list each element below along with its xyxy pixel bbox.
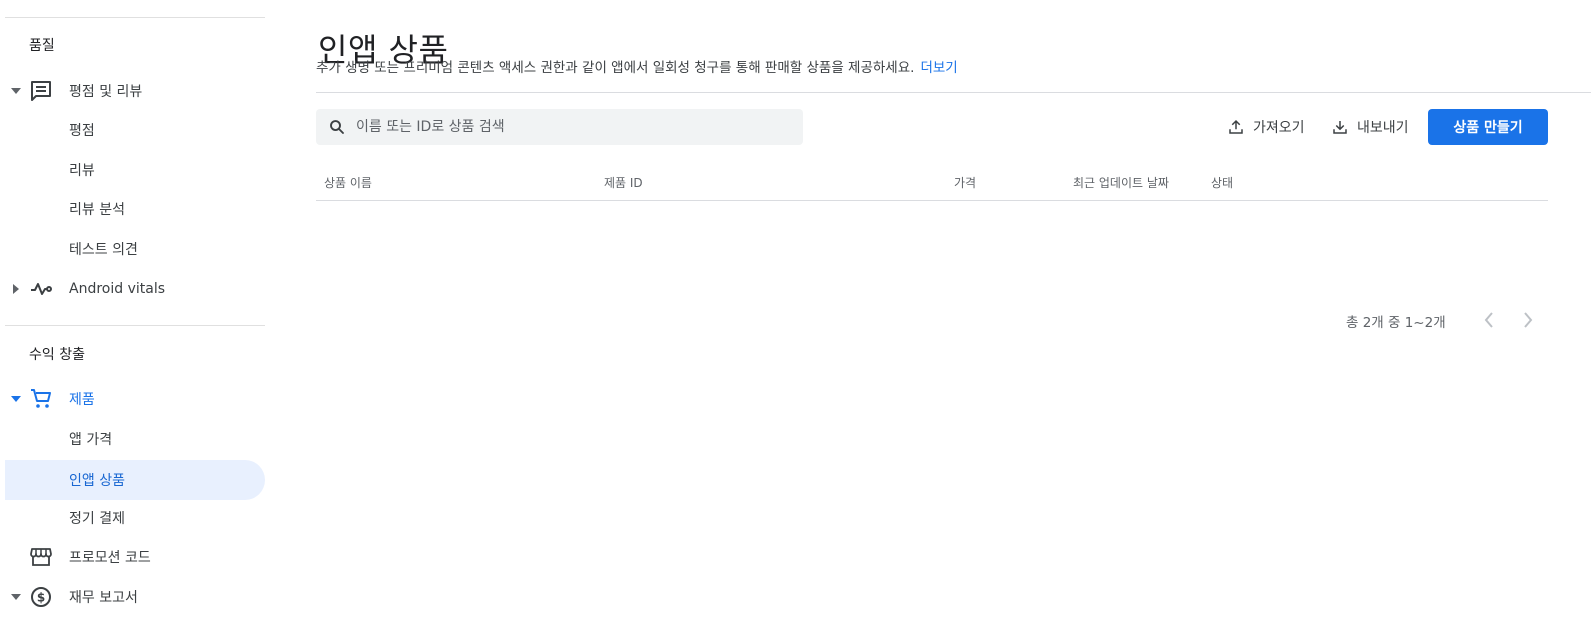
import-button[interactable]: 가져오기 <box>1227 110 1305 144</box>
column-header-status[interactable]: 상태 <box>1211 174 1233 191</box>
sidebar-item-promo-codes[interactable]: 프로모션 코드 <box>5 537 265 577</box>
search-box[interactable] <box>316 109 803 145</box>
caret-down-icon[interactable] <box>10 591 22 603</box>
download-icon <box>1333 121 1347 134</box>
column-header-product-name[interactable]: 상품 이름 <box>324 174 372 191</box>
section-title-quality: 품질 <box>29 38 55 54</box>
sidebar-item-label: 테스트 의견 <box>69 242 138 258</box>
chevron-right-icon <box>1524 312 1533 328</box>
sidebar-item-ratings[interactable]: 평점 <box>5 110 265 150</box>
column-header-last-updated[interactable]: 최근 업데이트 날짜 <box>1073 174 1169 191</box>
sidebar: 품질 평점 및 리뷰 평점 리뷰 리뷰 분석 테스트 의견 Android vi… <box>0 0 268 636</box>
search-icon <box>328 118 346 136</box>
sidebar-item-reviews[interactable]: 리뷰 <box>5 150 265 190</box>
sidebar-item-label: 평점 <box>69 123 95 139</box>
column-header-product-id[interactable]: 제품 ID <box>604 174 643 191</box>
sidebar-item-app-pricing[interactable]: 앱 가격 <box>5 419 265 459</box>
table-header: 상품 이름 제품 ID 가격 최근 업데이트 날짜 상태 <box>316 162 1548 201</box>
pagination: 총 2개 중 1~2개 <box>1346 308 1556 332</box>
sidebar-item-label: 리뷰 분석 <box>69 202 125 218</box>
upload-icon <box>1229 119 1243 134</box>
section-title-monetize: 수익 창출 <box>29 347 85 363</box>
sidebar-item-label: 재무 보고서 <box>69 590 138 606</box>
sidebar-item-label: 정기 결제 <box>69 511 125 527</box>
sidebar-item-label: 리뷰 <box>69 163 95 179</box>
sidebar-item-test-feedback[interactable]: 테스트 의견 <box>5 229 265 269</box>
page-description-text: 추가 생명 또는 프리미엄 콘텐츠 액세스 권한과 같이 앱에서 일회성 청구를… <box>316 60 915 76</box>
sidebar-item-label: 제품 <box>69 392 95 408</box>
sidebar-divider <box>5 17 265 18</box>
main-content: 인앱 상품 추가 생명 또는 프리미엄 콘텐츠 액세스 권한과 같이 앱에서 일… <box>316 0 1591 636</box>
sidebar-item-label: 프로모션 코드 <box>69 550 151 566</box>
sidebar-item-financial-reports[interactable]: $ 재무 보고서 <box>5 577 265 617</box>
page-description: 추가 생명 또는 프리미엄 콘텐츠 액세스 권한과 같이 앱에서 일회성 청구를… <box>316 56 958 76</box>
caret-down-icon[interactable] <box>10 85 22 97</box>
export-label: 내보내기 <box>1357 120 1409 136</box>
learn-more-link[interactable]: 더보기 <box>920 60 957 76</box>
sidebar-item-in-app-products[interactable]: 인앱 상품 <box>5 460 265 500</box>
chevron-left-icon <box>1484 312 1493 328</box>
search-input[interactable] <box>354 118 778 136</box>
storefront-icon <box>29 545 53 569</box>
cart-icon <box>29 387 53 411</box>
pagination-summary: 총 2개 중 1~2개 <box>1346 315 1446 331</box>
svg-text:$: $ <box>37 591 45 605</box>
feedback-icon <box>29 79 53 103</box>
caret-down-icon[interactable] <box>10 393 22 405</box>
dollar-circle-icon: $ <box>29 585 53 609</box>
vitals-pulse-icon <box>29 277 53 301</box>
column-header-price[interactable]: 가격 <box>954 174 976 191</box>
prev-page-button[interactable] <box>1477 308 1501 332</box>
sidebar-item-label: 앱 가격 <box>69 432 113 448</box>
sidebar-item-subscriptions[interactable]: 정기 결제 <box>5 498 265 538</box>
sidebar-item-ratings-reviews[interactable]: 평점 및 리뷰 <box>5 71 265 111</box>
sidebar-item-products[interactable]: 제품 <box>5 379 265 419</box>
export-button[interactable]: 내보내기 <box>1331 110 1409 144</box>
sidebar-item-label: Android vitals <box>69 281 166 297</box>
sidebar-item-android-vitals[interactable]: Android vitals <box>5 269 265 309</box>
create-product-button[interactable]: 상품 만들기 <box>1428 109 1548 145</box>
import-label: 가져오기 <box>1253 120 1305 136</box>
sidebar-divider <box>5 325 265 326</box>
caret-right-icon[interactable] <box>10 283 22 295</box>
sidebar-item-label: 평점 및 리뷰 <box>69 84 143 100</box>
next-page-button[interactable] <box>1516 308 1540 332</box>
sidebar-item-review-analysis[interactable]: 리뷰 분석 <box>5 189 265 229</box>
sidebar-item-label: 인앱 상품 <box>69 473 125 489</box>
header-divider <box>316 92 1591 93</box>
